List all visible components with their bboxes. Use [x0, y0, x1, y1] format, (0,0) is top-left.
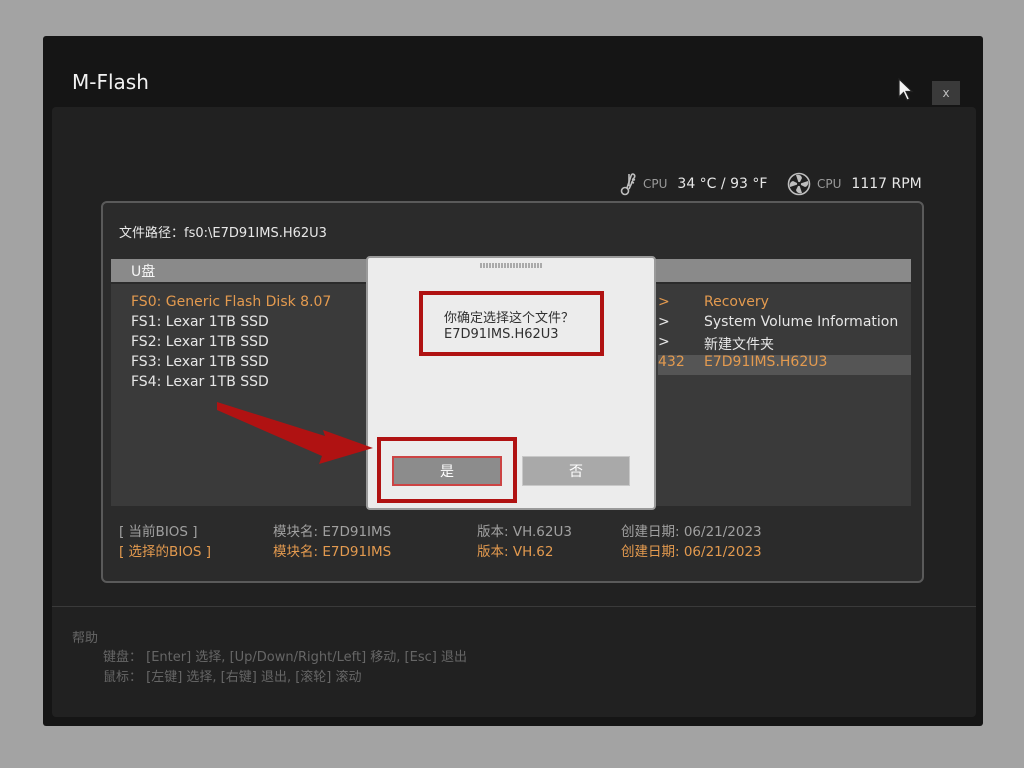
- current-bios-date: 创建日期: 06/21/2023: [621, 524, 762, 540]
- cpu-fan-speed: CPU 1117 RPM: [787, 172, 922, 196]
- dialog-drag-handle[interactable]: [480, 263, 542, 268]
- selected-bios-module: 模块名: E7D91IMS: [273, 544, 392, 560]
- selected-bios-label: [ 选择的BIOS ]: [119, 544, 212, 560]
- cpu-temp-label: CPU: [643, 177, 668, 191]
- file-size-fragment: 432: [658, 354, 685, 370]
- close-button[interactable]: x: [932, 81, 960, 105]
- selected-bios-date: 创建日期: 06/21/2023: [621, 544, 762, 560]
- drive-item-fs1[interactable]: FS1: Lexar 1TB SSD: [131, 314, 269, 330]
- file-item-bios-image[interactable]: E7D91IMS.H62U3: [704, 354, 827, 370]
- drive-item-fs2[interactable]: FS2: Lexar 1TB SSD: [131, 334, 269, 350]
- folder-marker: >: [658, 334, 670, 350]
- drive-item-fs0[interactable]: FS0: Generic Flash Disk 8.07: [131, 294, 331, 310]
- selected-bios-version: 版本: VH.62: [477, 544, 554, 560]
- drive-item-fs3[interactable]: FS3: Lexar 1TB SSD: [131, 354, 269, 370]
- fan-icon: [787, 172, 811, 196]
- window-title: M-Flash: [72, 70, 149, 94]
- mouse-cursor-icon: [898, 78, 914, 101]
- current-bios-label: [ 当前BIOS ]: [119, 524, 198, 540]
- annotation-highlight-yes: [377, 437, 517, 503]
- list-header-label: U盘: [131, 264, 156, 280]
- folder-marker: >: [658, 294, 670, 310]
- current-bios-module: 模块名: E7D91IMS: [273, 524, 392, 540]
- file-item-system-volume[interactable]: System Volume Information: [704, 314, 898, 330]
- thermometer-icon: [620, 173, 636, 196]
- no-button[interactable]: 否: [522, 456, 630, 486]
- help-mouse: 鼠标： [左键] 选择, [右键] 退出, [滚轮] 滚动: [103, 670, 362, 685]
- annotation-arrow-icon: [217, 402, 373, 464]
- folder-marker: >: [658, 314, 670, 330]
- cpu-fan-label: CPU: [817, 177, 842, 191]
- file-item-recovery[interactable]: Recovery: [704, 294, 769, 310]
- help-divider: [52, 606, 976, 607]
- annotation-highlight-message: [419, 291, 604, 356]
- cpu-temp-value: 34 °C / 93 °F: [677, 176, 768, 192]
- help-title: 帮助: [72, 631, 99, 646]
- current-bios-version: 版本: VH.62U3: [477, 524, 572, 540]
- drive-item-fs4[interactable]: FS4: Lexar 1TB SSD: [131, 374, 269, 390]
- cpu-temperature: CPU 34 °C / 93 °F: [617, 172, 767, 196]
- file-item-new-folder[interactable]: 新建文件夹: [704, 334, 774, 354]
- cpu-fan-value: 1117 RPM: [851, 176, 922, 192]
- help-keyboard: 键盘： [Enter] 选择, [Up/Down/Right/Left] 移动,…: [103, 650, 467, 665]
- file-path: 文件路径：fs0:\E7D91IMS.H62U3: [119, 226, 327, 241]
